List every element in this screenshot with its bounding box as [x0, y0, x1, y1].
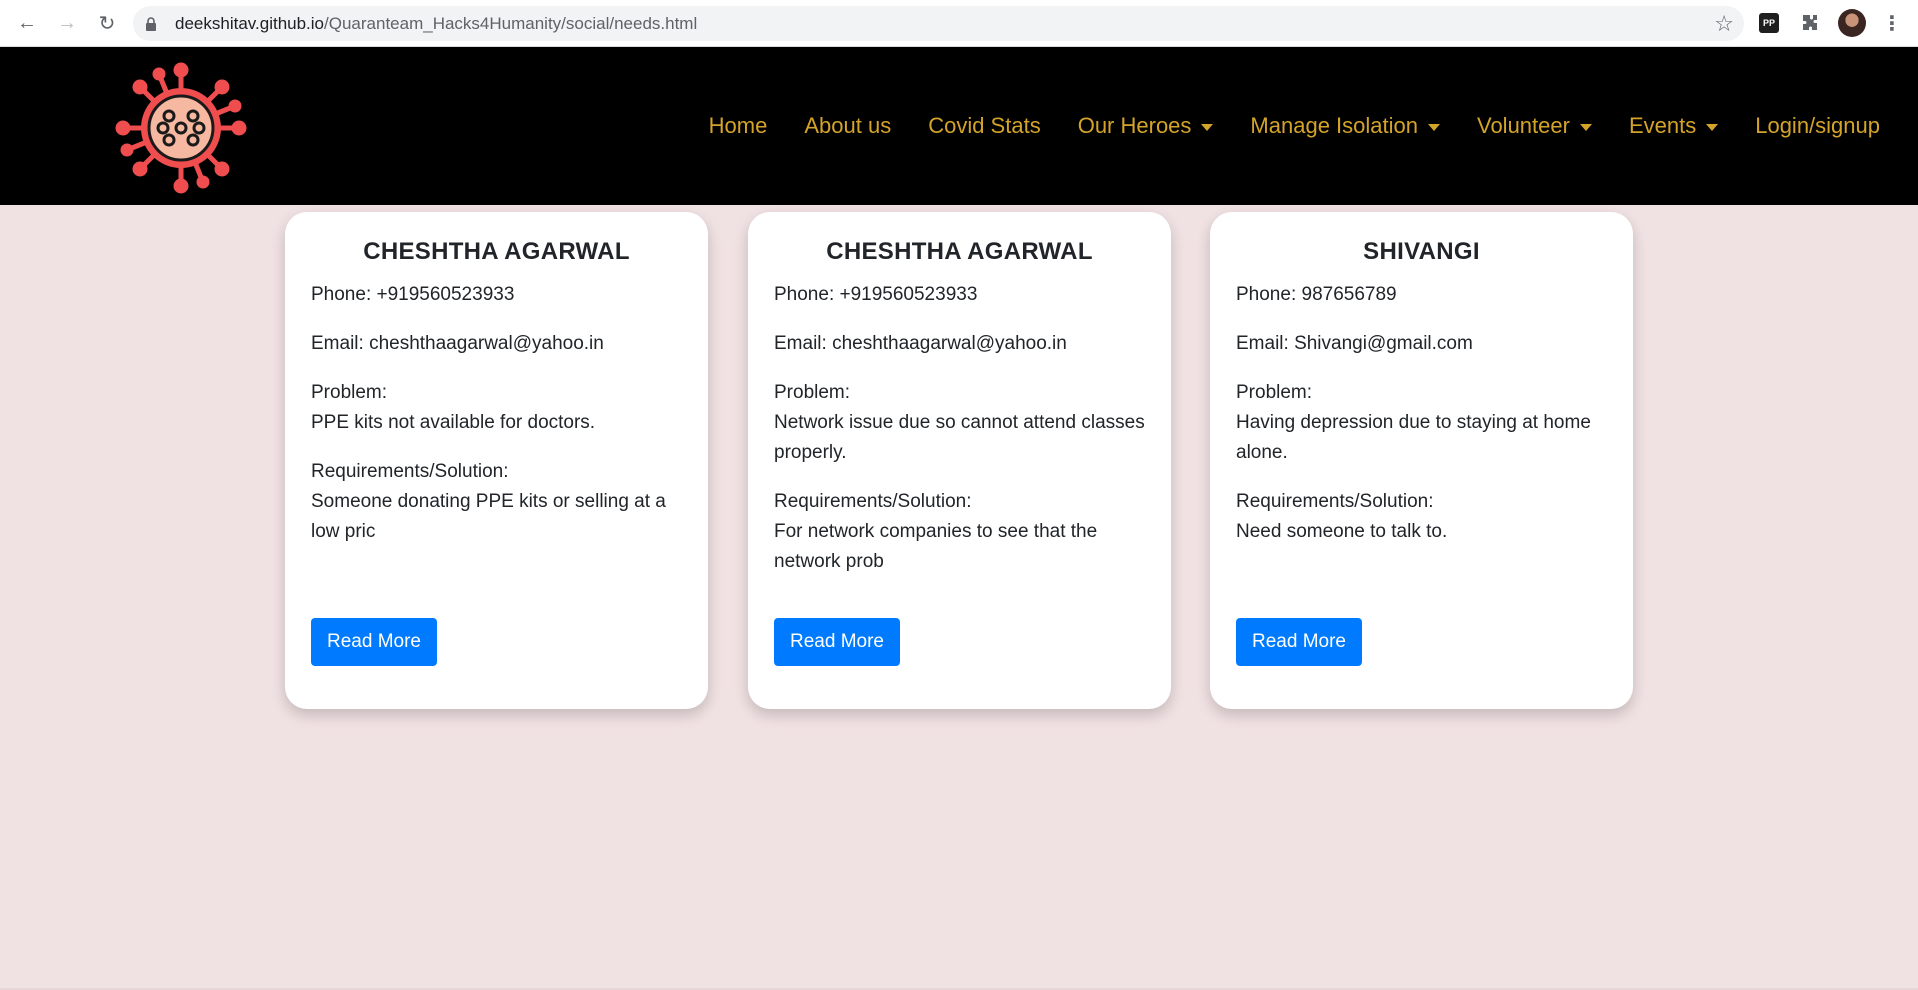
back-arrow-icon[interactable]: ←: [12, 8, 42, 38]
nav-manage-isolation-dropdown[interactable]: Manage Isolation: [1250, 113, 1440, 139]
card-phone: Phone: 987656789: [1236, 284, 1397, 305]
requirements-text: Need someone to talk to.: [1236, 521, 1448, 542]
need-card: SHIVANGI Phone: 987656789 Email: Shivang…: [1210, 212, 1633, 709]
card-phone: Phone: +919560523933: [311, 284, 515, 305]
card-problem: Problem: PPE kits not available for docto…: [311, 378, 682, 438]
read-more-button[interactable]: Read More: [1236, 618, 1362, 666]
card-problem: Problem: Network issue due so cannot atte…: [774, 378, 1145, 468]
site-navbar: Home About us Covid Stats Our Heroes Man…: [0, 47, 1918, 205]
nav-covid-stats-label: Covid Stats: [928, 113, 1041, 138]
nav-about-us[interactable]: About us: [804, 113, 891, 139]
card-requirements: Requirements/Solution: Someone donating P…: [311, 457, 682, 547]
card-name: CHESHTHA AGARWAL: [363, 238, 630, 265]
card-name: CHESHTHA AGARWAL: [826, 238, 1093, 265]
virus-logo-icon[interactable]: [115, 62, 247, 194]
problem-text: Having depression due to staying at home…: [1236, 412, 1591, 463]
requirements-label: Requirements/Solution:: [774, 491, 972, 512]
nav-our-heroes-label: Our Heroes: [1077, 113, 1192, 138]
nav-manage-isolation-label: Manage Isolation: [1250, 113, 1418, 138]
problem-text: PPE kits not available for doctors.: [311, 412, 596, 433]
card-requirements: Requirements/Solution: Need someone to ta…: [1236, 487, 1607, 547]
card-email: Email: Shivangi@gmail.com: [1236, 333, 1473, 354]
read-more-button[interactable]: Read More: [774, 618, 900, 666]
card-email: Email: cheshthaagarwal@yahoo.in: [774, 333, 1067, 354]
forward-arrow-icon[interactable]: →: [52, 8, 82, 38]
nav-events-label: Events: [1628, 113, 1697, 138]
card-name: SHIVANGI: [1363, 238, 1480, 265]
caret-down-icon: [1579, 123, 1592, 131]
profile-avatar[interactable]: [1838, 9, 1866, 37]
nav-covid-stats[interactable]: Covid Stats: [928, 113, 1041, 139]
address-url[interactable]: deekshitav.github.io/Quaranteam_Hacks4Hu…: [175, 14, 697, 34]
nav-volunteer-dropdown[interactable]: Volunteer: [1477, 113, 1592, 139]
requirements-text: For network companies to see that the ne…: [774, 521, 1098, 572]
need-card: CHESHTHA AGARWAL Phone: +919560523933 Em…: [748, 212, 1171, 709]
url-host: deekshitav.github.io: [175, 13, 325, 33]
address-bar[interactable]: deekshitav.github.io/Quaranteam_Hacks4Hu…: [133, 6, 1744, 41]
requirements-text: Someone donating PPE kits or selling at …: [311, 491, 666, 542]
problem-label: Problem:: [774, 382, 851, 403]
card-phone: Phone: +919560523933: [774, 284, 978, 305]
nav-login-signup[interactable]: Login/signup: [1755, 113, 1880, 139]
nav-about-us-label: About us: [804, 113, 892, 138]
nav-our-heroes-dropdown[interactable]: Our Heroes: [1078, 113, 1214, 139]
problem-label: Problem:: [311, 382, 388, 403]
lock-icon: [145, 16, 169, 31]
card-requirements: Requirements/Solution: For network compan…: [774, 487, 1145, 577]
extension-pp-icon[interactable]: PP: [1759, 13, 1779, 33]
nav-home-label: Home: [708, 113, 768, 138]
url-path: /Quaranteam_Hacks4Humanity/social/needs.…: [324, 13, 698, 33]
need-card: CHESHTHA AGARWAL Phone: +919560523933 Em…: [285, 212, 708, 709]
nav-volunteer-label: Volunteer: [1476, 113, 1570, 138]
problem-text: Network issue due so cannot attend class…: [774, 412, 1145, 463]
browser-menu-icon[interactable]: ⋮: [1880, 11, 1904, 35]
browser-toolbar: ← → ↻ deekshitav.github.io/Quaranteam_Ha…: [0, 0, 1918, 47]
extensions-puzzle-icon[interactable]: [1798, 11, 1822, 35]
reload-icon[interactable]: ↻: [92, 8, 122, 38]
nav-events-dropdown[interactable]: Events: [1628, 113, 1719, 139]
caret-down-icon: [1427, 123, 1440, 131]
read-more-button[interactable]: Read More: [311, 618, 437, 666]
nav-login-signup-label: Login/signup: [1755, 113, 1880, 138]
requirements-label: Requirements/Solution:: [311, 461, 509, 482]
problem-label: Problem:: [1236, 382, 1313, 403]
nav-home[interactable]: Home: [709, 113, 768, 139]
requirements-label: Requirements/Solution:: [1236, 491, 1434, 512]
nav-menu: Home About us Covid Stats Our Heroes Man…: [672, 47, 1880, 205]
caret-down-icon: [1706, 123, 1719, 131]
card-email: Email: cheshthaagarwal@yahoo.in: [311, 333, 604, 354]
caret-down-icon: [1201, 123, 1214, 131]
bookmark-star-icon[interactable]: ☆: [1714, 11, 1734, 37]
card-problem: Problem: Having depression due to staying…: [1236, 378, 1607, 468]
